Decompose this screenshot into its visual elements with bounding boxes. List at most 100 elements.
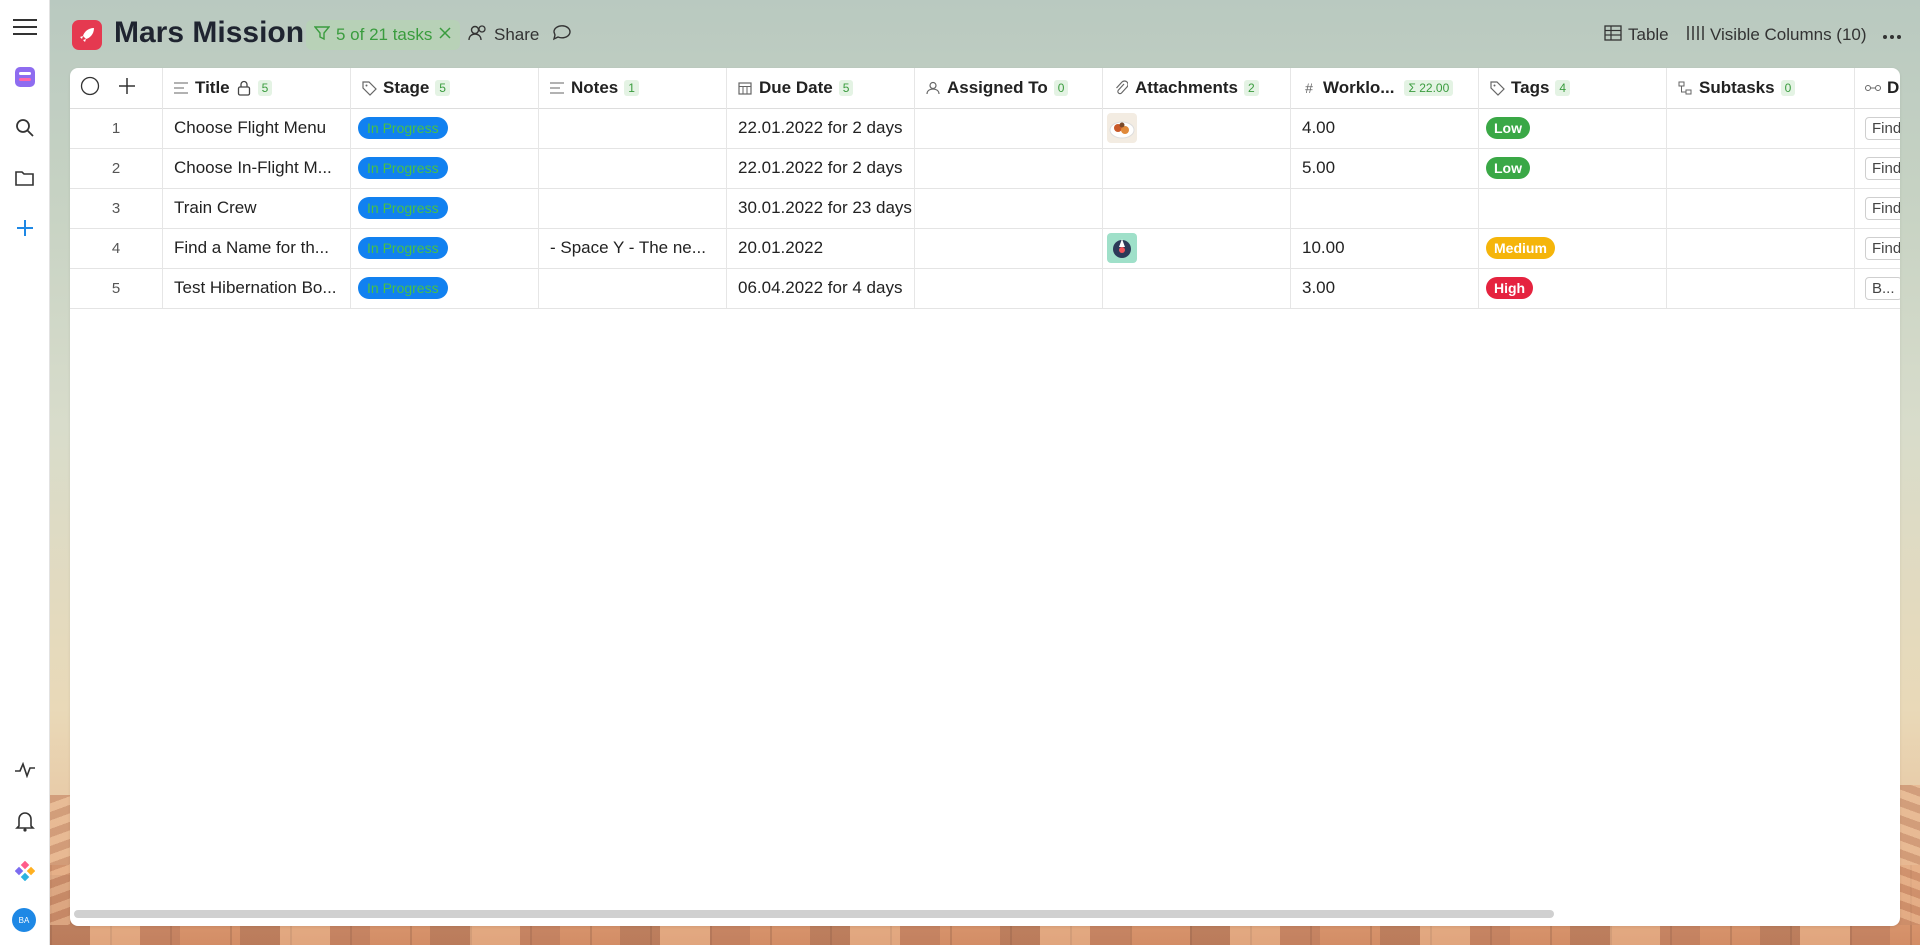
tag-badge: High bbox=[1486, 277, 1534, 299]
subtasks-cell[interactable] bbox=[1667, 108, 1855, 148]
horizontal-scrollbar[interactable] bbox=[74, 910, 1554, 918]
due-date-cell[interactable]: 06.04.2022 for 4 days bbox=[727, 268, 915, 308]
column-header-title[interactable]: Title 5 bbox=[163, 68, 351, 108]
subtasks-cell[interactable] bbox=[1667, 148, 1855, 188]
column-header-tags[interactable]: Tags 4 bbox=[1479, 68, 1667, 108]
attachments-cell[interactable] bbox=[1103, 228, 1291, 268]
stage-cell[interactable]: In Progress bbox=[351, 108, 539, 148]
title-cell[interactable]: Choose Flight Menu bbox=[163, 108, 351, 148]
find-dependency-button[interactable]: Find bbox=[1865, 116, 1900, 140]
due-date-cell[interactable]: 30.01.2022 for 23 days bbox=[727, 188, 915, 228]
column-header-attachments[interactable]: Attachments 2 bbox=[1103, 68, 1291, 108]
stage-pill: In Progress bbox=[358, 277, 448, 299]
share-button[interactable]: Share bbox=[468, 20, 539, 50]
assigned-cell[interactable] bbox=[915, 148, 1103, 188]
find-dependency-button[interactable]: Find bbox=[1865, 196, 1900, 220]
dependencies-cell[interactable]: Find bbox=[1855, 188, 1900, 228]
title-cell[interactable]: Train Crew bbox=[163, 188, 351, 228]
row-number: 3 bbox=[70, 188, 163, 228]
attachments-cell[interactable] bbox=[1103, 148, 1291, 188]
search-icon[interactable] bbox=[12, 115, 38, 141]
subtasks-cell[interactable] bbox=[1667, 268, 1855, 308]
user-avatar[interactable]: BA bbox=[12, 908, 36, 932]
column-header-workload[interactable]: # Worklo... Σ 22.00 bbox=[1291, 68, 1479, 108]
workload-cell[interactable]: 10.00 bbox=[1291, 228, 1479, 268]
view-table-button[interactable]: Table bbox=[1604, 20, 1669, 50]
attachments-cell[interactable] bbox=[1103, 108, 1291, 148]
clear-filter-icon[interactable] bbox=[438, 25, 452, 45]
dependencies-cell[interactable]: Find bbox=[1855, 108, 1900, 148]
column-header-stage[interactable]: Stage 5 bbox=[351, 68, 539, 108]
assigned-cell[interactable] bbox=[915, 188, 1103, 228]
column-header-notes[interactable]: Notes 1 bbox=[539, 68, 727, 108]
tags-cell[interactable] bbox=[1479, 188, 1667, 228]
column-header-due-date[interactable]: Due Date 5 bbox=[727, 68, 915, 108]
column-label: Assigned To bbox=[947, 78, 1048, 97]
notes-cell[interactable] bbox=[539, 268, 727, 308]
find-dependency-button[interactable]: Find bbox=[1865, 156, 1900, 180]
tags-cell[interactable]: Medium bbox=[1479, 228, 1667, 268]
dependencies-cell[interactable]: Find bbox=[1855, 148, 1900, 188]
subtasks-cell[interactable] bbox=[1667, 188, 1855, 228]
comments-button[interactable] bbox=[552, 20, 572, 50]
title-cell[interactable]: Find a Name for th... bbox=[163, 228, 351, 268]
due-date-cell[interactable]: 22.01.2022 for 2 days bbox=[727, 148, 915, 188]
stage-cell[interactable]: In Progress bbox=[351, 228, 539, 268]
subtasks-cell[interactable] bbox=[1667, 228, 1855, 268]
table-row[interactable]: 3 Train Crew In Progress 30.01.2022 for … bbox=[70, 188, 1900, 229]
column-header-subtasks[interactable]: Subtasks 0 bbox=[1667, 68, 1855, 108]
due-date-cell[interactable]: 22.01.2022 for 2 days bbox=[727, 108, 915, 148]
dependencies-cell[interactable]: Find bbox=[1855, 228, 1900, 268]
table-row[interactable]: 5 Test Hibernation Bo... In Progress 06.… bbox=[70, 268, 1900, 309]
more-icon bbox=[1882, 25, 1902, 45]
sparkle-icon[interactable] bbox=[12, 858, 38, 884]
add-row-icon[interactable] bbox=[118, 77, 136, 100]
tag-icon bbox=[1489, 80, 1505, 96]
stage-cell[interactable]: In Progress bbox=[351, 148, 539, 188]
workload-cell[interactable] bbox=[1291, 188, 1479, 228]
attachments-cell[interactable] bbox=[1103, 268, 1291, 308]
tags-cell[interactable]: Low bbox=[1479, 148, 1667, 188]
dependencies-cell[interactable]: B... bbox=[1855, 268, 1900, 308]
column-header-dependencies[interactable]: De bbox=[1855, 68, 1900, 108]
due-date-cell[interactable]: 20.01.2022 bbox=[727, 228, 915, 268]
find-dependency-button[interactable]: Find bbox=[1865, 236, 1900, 260]
food-thumbnail-icon[interactable] bbox=[1107, 113, 1137, 143]
more-options-button[interactable] bbox=[1882, 20, 1902, 50]
workload-cell[interactable]: 4.00 bbox=[1291, 108, 1479, 148]
rocket-thumbnail-icon[interactable] bbox=[1107, 233, 1137, 263]
table-row[interactable]: 2 Choose In-Flight M... In Progress 22.0… bbox=[70, 148, 1900, 189]
notes-cell[interactable] bbox=[539, 148, 727, 188]
title-cell[interactable]: Test Hibernation Bo... bbox=[163, 268, 351, 308]
notes-cell[interactable] bbox=[539, 188, 727, 228]
attachments-cell[interactable] bbox=[1103, 188, 1291, 228]
add-icon[interactable] bbox=[12, 215, 38, 241]
tags-cell[interactable]: High bbox=[1479, 268, 1667, 308]
workload-cell[interactable]: 5.00 bbox=[1291, 148, 1479, 188]
column-header-assigned-to[interactable]: Assigned To 0 bbox=[915, 68, 1103, 108]
find-dependency-button[interactable]: B... bbox=[1865, 276, 1900, 300]
tags-cell[interactable]: Low bbox=[1479, 108, 1667, 148]
notes-cell[interactable]: - Space Y - The ne... bbox=[539, 228, 727, 268]
menu-icon[interactable] bbox=[12, 14, 38, 40]
stage-cell[interactable]: In Progress bbox=[351, 188, 539, 228]
activity-icon[interactable] bbox=[12, 757, 38, 783]
assigned-cell[interactable] bbox=[915, 108, 1103, 148]
assigned-cell[interactable] bbox=[915, 268, 1103, 308]
notes-cell[interactable] bbox=[539, 108, 727, 148]
assigned-cell[interactable] bbox=[915, 228, 1103, 268]
folder-icon[interactable] bbox=[12, 165, 38, 191]
subtasks-icon bbox=[1677, 80, 1693, 96]
visible-columns-button[interactable]: Visible Columns (10) bbox=[1686, 20, 1867, 50]
apps-icon[interactable] bbox=[12, 64, 38, 90]
column-count: 1 bbox=[624, 80, 639, 96]
workload-cell[interactable]: 3.00 bbox=[1291, 268, 1479, 308]
stage-cell[interactable]: In Progress bbox=[351, 268, 539, 308]
filter-chip[interactable]: 5 of 21 tasks bbox=[306, 20, 461, 50]
table-row[interactable]: 4 Find a Name for th... In Progress - Sp… bbox=[70, 228, 1900, 269]
select-all-checkbox[interactable] bbox=[80, 76, 100, 101]
bell-icon[interactable] bbox=[12, 808, 38, 834]
table-row[interactable]: 1 Choose Flight Menu In Progress 22.01.2… bbox=[70, 108, 1900, 149]
column-label: Attachments bbox=[1135, 78, 1238, 97]
title-cell[interactable]: Choose In-Flight M... bbox=[163, 148, 351, 188]
